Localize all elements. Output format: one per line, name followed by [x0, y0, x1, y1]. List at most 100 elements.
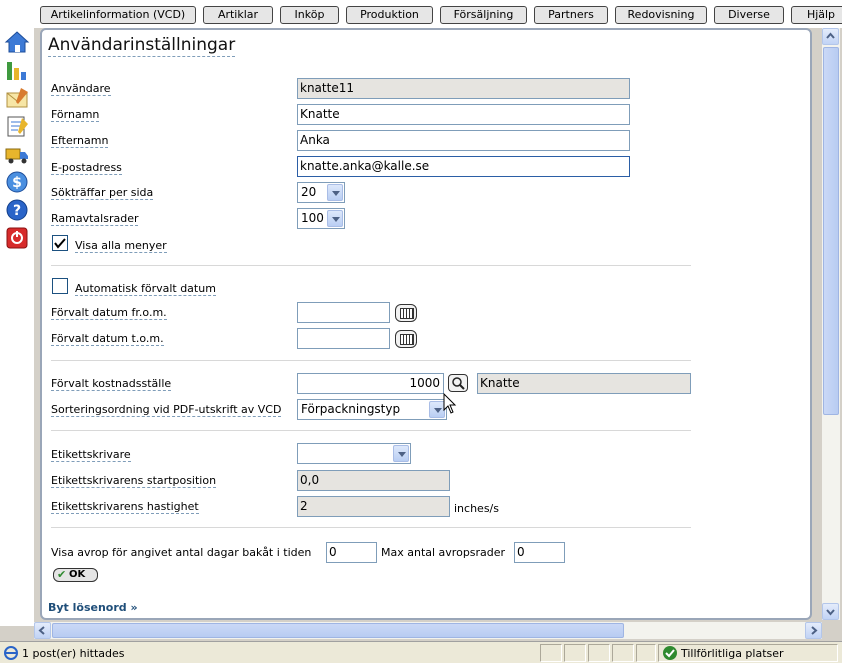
horizontal-scrollbar[interactable] — [34, 622, 822, 639]
scroll-thumb[interactable] — [823, 47, 839, 415]
scroll-right-button[interactable] — [805, 622, 822, 639]
tab-inkop[interactable]: Inköp — [280, 6, 339, 24]
home-icon[interactable] — [4, 30, 30, 54]
firstname-field[interactable]: Knatte — [297, 104, 630, 125]
show-menus-label: Visa alla menyer — [75, 239, 167, 253]
avrop-days-field[interactable]: 0 — [326, 542, 377, 563]
email-field[interactable]: knatte.anka@kalle.se — [297, 156, 630, 177]
security-zone-cell: Tillförlitliga platser — [658, 644, 838, 662]
svg-text:?: ? — [13, 203, 21, 219]
change-password-link[interactable]: Byt lösenord » — [48, 601, 138, 614]
user-label: Användare — [51, 82, 111, 96]
tab-artikelinformation[interactable]: Artikelinformation (VCD) — [40, 6, 196, 24]
status-cell — [564, 644, 586, 662]
top-nav: Artikelinformation (VCD) Artiklar Inköp … — [0, 0, 842, 28]
chevron-left-icon — [38, 626, 45, 635]
avrop-max-field[interactable]: 0 — [514, 542, 565, 563]
status-cell — [540, 644, 562, 662]
hits-value: 20 — [301, 185, 317, 199]
sort-order-select[interactable]: Förpackningstyp — [297, 399, 447, 420]
avrop-days-label: Visa avrop för angivet antal dagar bakåt… — [51, 546, 312, 559]
firstname-label: Förnamn — [51, 108, 100, 122]
scroll-thumb[interactable] — [52, 623, 624, 638]
tab-produktion[interactable]: Produktion — [346, 6, 433, 24]
chevron-down-icon — [826, 609, 835, 616]
calendar-icon[interactable] — [395, 304, 417, 322]
status-text: 1 post(er) hittades — [22, 647, 125, 660]
power-icon[interactable] — [4, 226, 30, 250]
search-button[interactable] — [448, 374, 468, 392]
date-to-field[interactable] — [297, 328, 390, 349]
security-zone-text: Tillförlitliga platser — [681, 647, 784, 660]
ok-button[interactable]: ✔ OK — [53, 568, 98, 582]
icon-sidebar: $ ? — [0, 28, 34, 626]
truck-icon[interactable] — [4, 142, 30, 166]
tab-diverse[interactable]: Diverse — [714, 6, 784, 24]
settings-panel: Användarinställningar Användare knatte11… — [40, 28, 812, 620]
notepad-icon[interactable] — [4, 114, 30, 138]
divider — [51, 430, 691, 431]
tab-partners[interactable]: Partners — [534, 6, 608, 24]
hits-label: Sökträffar per sida — [51, 186, 154, 200]
page-title: Användarinställningar — [48, 35, 236, 57]
scroll-down-button[interactable] — [822, 603, 839, 620]
sort-order-label: Sorteringsordning vid PDF-utskrift av VC… — [51, 403, 282, 417]
sort-order-value: Förpackningstyp — [301, 402, 401, 416]
vertical-scrollbar[interactable] — [822, 28, 840, 620]
email-label: E-postadress — [51, 161, 122, 175]
cost-center-name: Knatte — [477, 373, 691, 394]
status-bar: 1 post(er) hittades Tillförlitliga plats… — [0, 641, 842, 663]
user-field: knatte11 — [297, 78, 630, 99]
chevron-right-icon — [811, 626, 818, 635]
printer-label: Etikettskrivare — [51, 448, 131, 462]
mouse-cursor-icon — [443, 393, 457, 414]
tab-hjalp[interactable]: Hjälp — [791, 6, 842, 24]
dollar-icon[interactable]: $ — [4, 170, 30, 194]
cost-center-field[interactable]: 1000 — [297, 373, 444, 394]
help-icon[interactable]: ? — [4, 198, 30, 222]
divider — [51, 527, 691, 528]
divider — [51, 360, 691, 361]
printer-speed-label: Etikettskrivarens hastighet — [51, 500, 199, 514]
show-menus-checkbox[interactable] — [52, 235, 68, 251]
auto-date-label: Automatisk förvalt datum — [75, 282, 216, 296]
calendar-icon[interactable] — [395, 330, 417, 348]
status-cell — [636, 644, 656, 662]
scroll-left-button[interactable] — [34, 622, 51, 639]
avrop-max-label: Max antal avropsrader — [381, 546, 506, 559]
tab-artiklar[interactable]: Artiklar — [203, 6, 273, 24]
date-from-label: Förvalt datum fr.o.m. — [51, 306, 167, 320]
printer-speed-unit: inches/s — [454, 502, 499, 515]
printer-start-field: 0,0 — [297, 470, 450, 491]
scroll-up-button[interactable] — [822, 28, 839, 45]
date-to-label: Förvalt datum t.o.m. — [51, 332, 164, 346]
tab-forsaljning[interactable]: Försäljning — [440, 6, 527, 24]
lastname-label: Efternamn — [51, 134, 109, 148]
chevron-down-icon[interactable] — [327, 210, 343, 227]
printer-select[interactable] — [297, 443, 411, 464]
status-cell — [612, 644, 634, 662]
envelope-icon[interactable] — [4, 86, 30, 110]
chevron-down-icon[interactable] — [393, 445, 409, 462]
status-cell — [588, 644, 610, 662]
ok-label: OK — [69, 569, 86, 580]
magnifier-icon — [452, 377, 465, 390]
trusted-zone-icon — [663, 646, 677, 660]
checkmark-icon — [54, 238, 66, 249]
hits-select[interactable]: 20 — [297, 182, 345, 203]
frame-label: Ramavtalsrader — [51, 212, 139, 226]
bar-chart-icon[interactable] — [4, 58, 30, 82]
check-icon: ✔ — [57, 568, 67, 581]
printer-speed-field: 2 — [297, 496, 450, 517]
date-from-field[interactable] — [297, 302, 390, 323]
frame-value: 100 — [301, 211, 324, 225]
chevron-up-icon — [826, 32, 835, 39]
divider — [51, 265, 691, 266]
tab-redovisning[interactable]: Redovisning — [615, 6, 707, 24]
frame-select[interactable]: 100 — [297, 208, 345, 229]
lastname-field[interactable]: Anka — [297, 130, 630, 151]
chevron-down-icon[interactable] — [327, 184, 343, 201]
printer-start-label: Etikettskrivarens startposition — [51, 474, 217, 488]
auto-date-checkbox[interactable] — [52, 278, 68, 294]
svg-text:$: $ — [12, 175, 22, 191]
